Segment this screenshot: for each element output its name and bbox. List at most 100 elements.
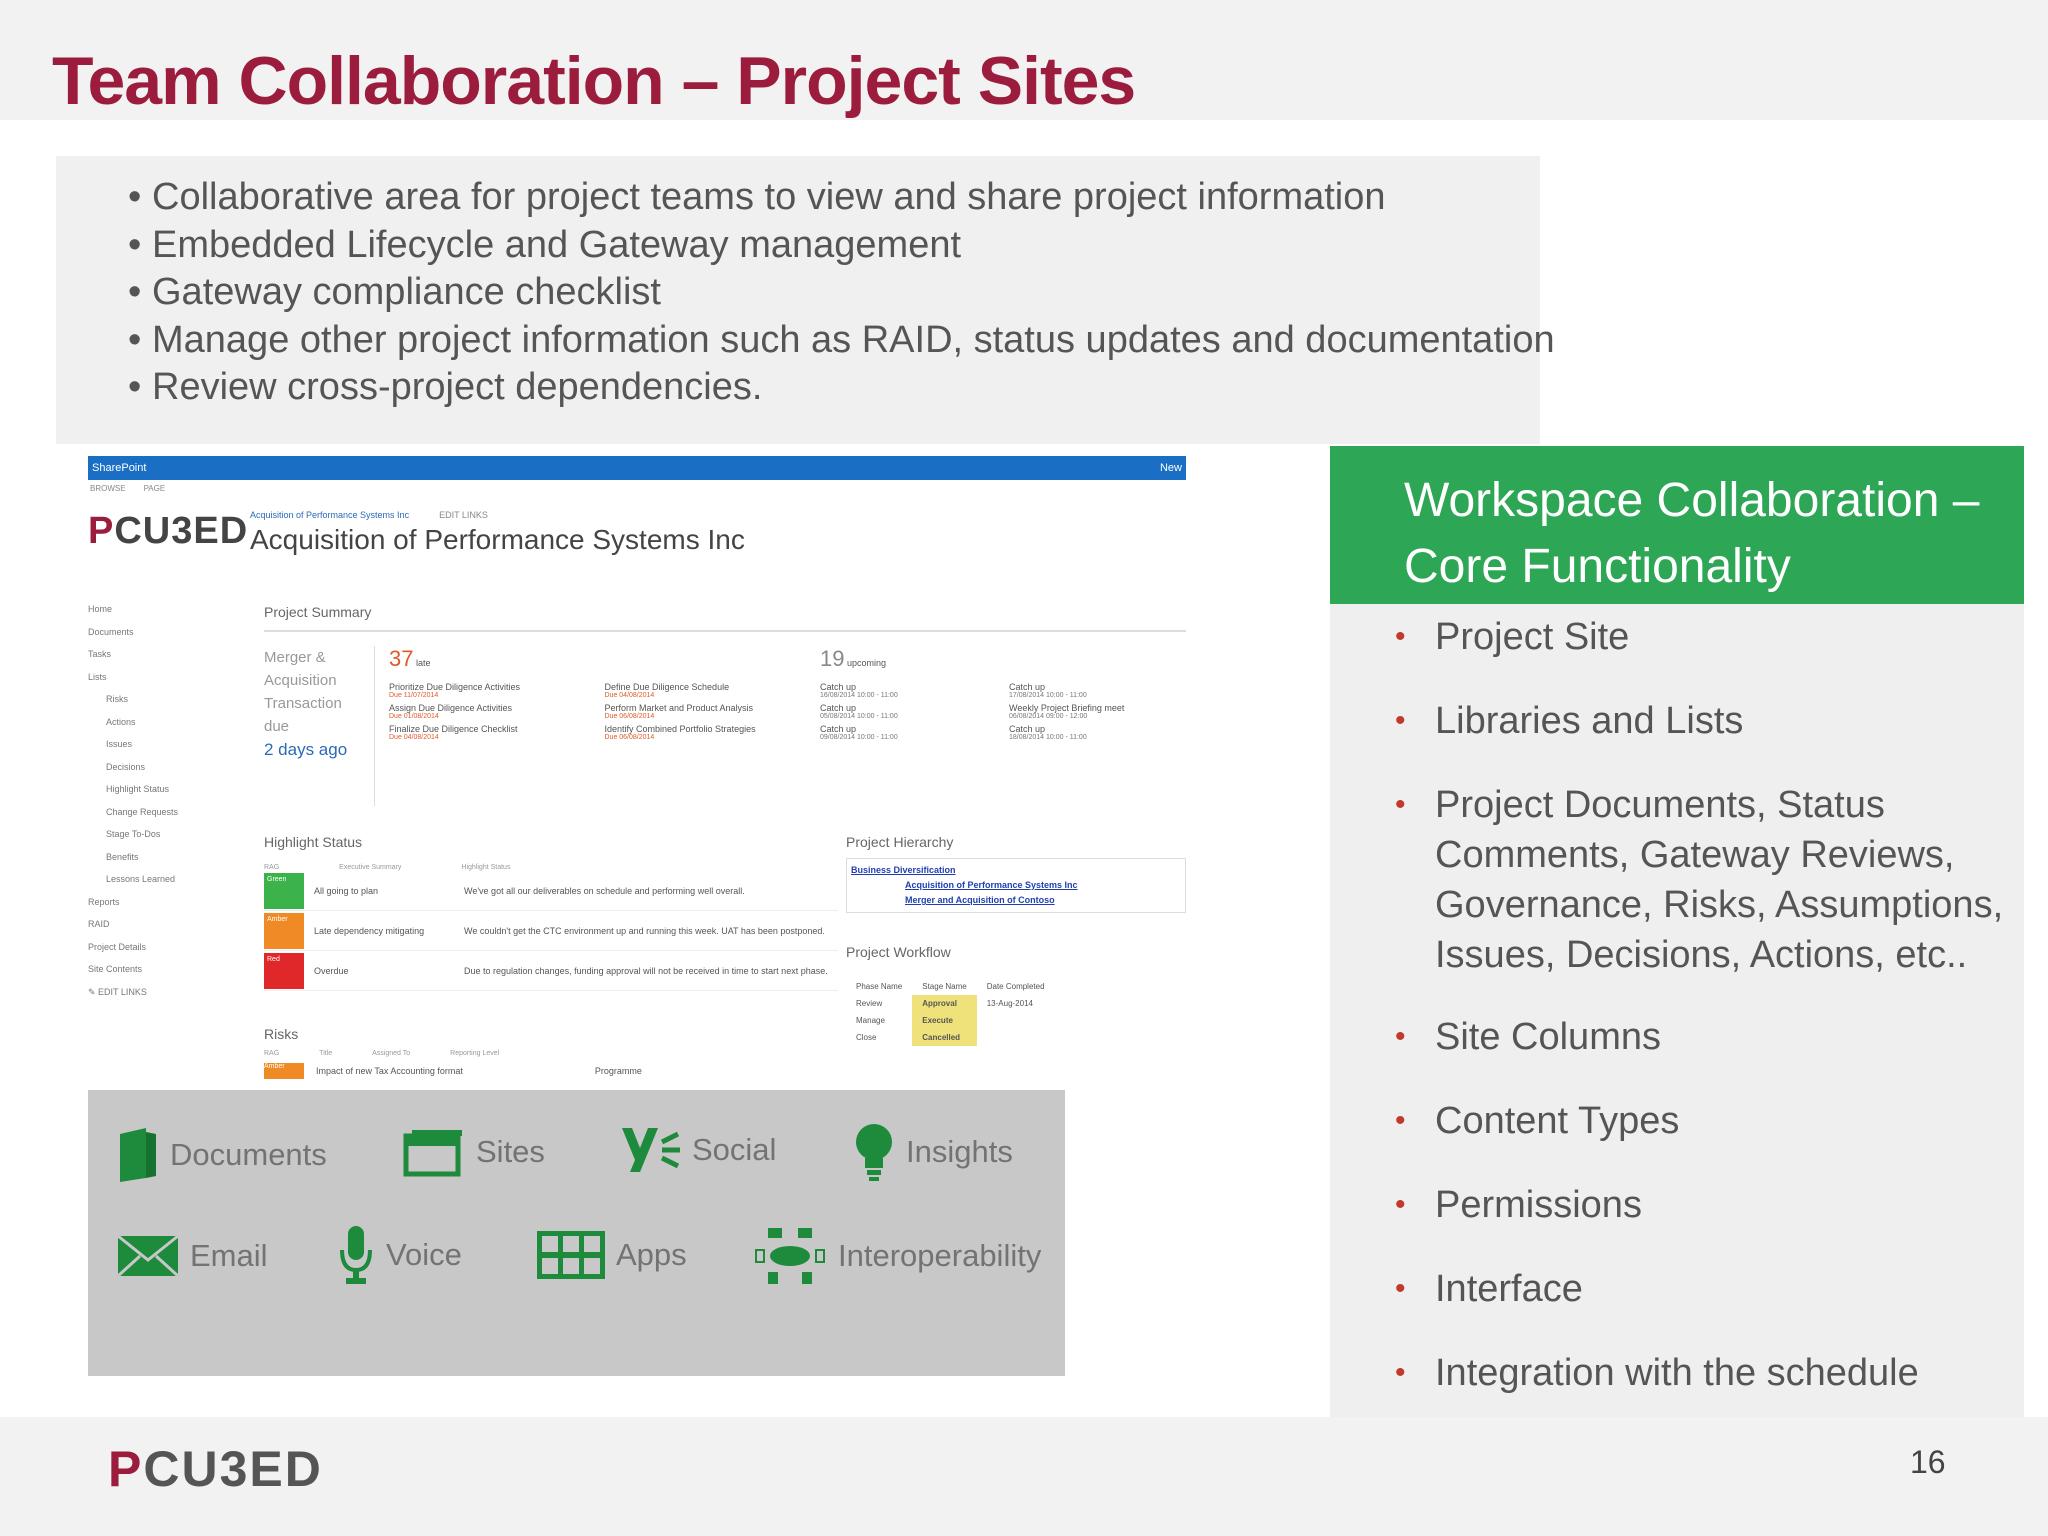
item-due: Due 06/08/2014 bbox=[604, 734, 655, 741]
service-apps[interactable]: Apps bbox=[536, 1230, 687, 1280]
sharepoint-brand: SharePoint bbox=[92, 462, 147, 474]
functionality-item: Integration with the schedule bbox=[1393, 1348, 2033, 1398]
stage-cell: Cancelled bbox=[912, 1029, 977, 1046]
quick-launch-item[interactable]: Decisions bbox=[88, 762, 238, 785]
phase-cell: Close bbox=[856, 1033, 877, 1042]
service-label: Apps bbox=[616, 1237, 687, 1272]
risk-level: Programme bbox=[594, 1066, 642, 1076]
service-social[interactable]: Social bbox=[618, 1120, 776, 1180]
item-name: Catch up bbox=[820, 682, 857, 692]
list-item[interactable]: Catch up 09/08/2014 10:00 - 11:00 bbox=[820, 724, 997, 741]
intro-bullet: Embedded Lifecycle and Gateway managemen… bbox=[76, 222, 1540, 270]
quick-launch-item[interactable]: Reports bbox=[88, 897, 238, 920]
list-item[interactable]: Catch up 16/08/2014 10:00 - 11:00 bbox=[820, 682, 997, 699]
column-header: Title bbox=[319, 1050, 333, 1057]
functionality-item: Project Documents, Status Comments, Gate… bbox=[1393, 780, 2033, 980]
table-row: Close Cancelled bbox=[846, 1029, 1055, 1046]
quick-launch-item[interactable]: Documents bbox=[88, 627, 238, 650]
list-item[interactable]: Catch up 05/08/2014 10:00 - 11:00 bbox=[820, 703, 997, 720]
table-row[interactable]: Red Overdue Due to regulation changes, fun… bbox=[264, 951, 838, 991]
item-name: Catch up bbox=[820, 724, 857, 734]
list-item[interactable]: Finalize Due Diligence Checklist Due 04/0… bbox=[389, 724, 593, 741]
breadcrumb-link[interactable]: Acquisition of Performance Systems Inc bbox=[250, 510, 409, 520]
item-due: Due 04/08/2014 bbox=[604, 692, 655, 699]
executive-summary: Late dependency mitigating bbox=[314, 925, 425, 936]
hierarchy-link[interactable]: Merger and Acquisition of Contoso bbox=[851, 893, 1181, 908]
site-header: PCU3ED Acquisition of Performance System… bbox=[88, 498, 1186, 568]
date-cell bbox=[977, 1029, 1055, 1046]
quick-launch-item[interactable]: Benefits bbox=[88, 852, 238, 875]
tab-browse[interactable]: BROWSE bbox=[90, 484, 126, 494]
item-name: Finalize Due Diligence Checklist bbox=[389, 724, 518, 734]
service-insights[interactable]: Insights bbox=[852, 1120, 1013, 1184]
service-interoperability[interactable]: Interoperability bbox=[754, 1224, 1041, 1288]
edit-links-button[interactable]: EDIT LINKS bbox=[439, 510, 488, 520]
date-cell: 13-Aug-2014 bbox=[986, 999, 1033, 1008]
quick-launch-item[interactable]: RAID bbox=[88, 919, 238, 942]
intro-bullet: Review cross-project dependencies. bbox=[76, 364, 1540, 412]
quick-launch-item[interactable]: Actions bbox=[88, 717, 238, 740]
rag-amber: Amber bbox=[264, 1063, 304, 1079]
quick-launch-item[interactable]: Project Details bbox=[88, 942, 238, 965]
risk-columns: RAG Title Assigned To Reporting Level bbox=[264, 1050, 838, 1057]
quick-launch-item[interactable]: Highlight Status bbox=[88, 784, 238, 807]
quick-launch-item[interactable]: Tasks bbox=[88, 649, 238, 672]
pcubed-logo: PCU3ED bbox=[88, 510, 249, 552]
quick-launch-item[interactable]: Issues bbox=[88, 739, 238, 762]
item-name: Identify Combined Portfolio Strategies bbox=[604, 724, 756, 734]
late-label: late bbox=[416, 658, 431, 668]
microphone-icon bbox=[340, 1226, 372, 1284]
service-email[interactable]: Email bbox=[116, 1232, 268, 1280]
milestone-text: due bbox=[264, 718, 290, 735]
item-name: Catch up bbox=[1009, 724, 1046, 734]
workflow-table: Phase Name Stage Name Date Completed Rev… bbox=[846, 978, 1055, 1046]
stage-cell: Execute bbox=[912, 1012, 977, 1029]
list-item[interactable]: Identify Combined Portfolio Strategies Du… bbox=[605, 724, 809, 741]
quick-launch-item[interactable]: Site Contents bbox=[88, 964, 238, 987]
milestone-text: Acquisition bbox=[264, 672, 337, 689]
quick-launch-item[interactable]: Change Requests bbox=[88, 807, 238, 830]
list-item[interactable]: Catch up 17/08/2014 10:00 - 11:00 bbox=[1009, 682, 1186, 699]
milestone-ago: 2 days ago bbox=[264, 740, 348, 759]
rag-indicator: Green bbox=[264, 872, 304, 909]
upcoming-event-list: Catch up 16/08/2014 10:00 - 11:00 Catch up… bbox=[820, 682, 1186, 741]
milestone-countdown: Merger & Acquisition Transaction due 2 d… bbox=[264, 646, 374, 806]
quick-launch-item[interactable]: ✎ EDIT LINKS bbox=[88, 987, 238, 1010]
list-item[interactable]: Prioritize Due Diligence Activities Due 1… bbox=[389, 682, 593, 699]
functionality-item: Project Site bbox=[1393, 612, 2033, 662]
quick-launch-item[interactable]: Home bbox=[88, 604, 238, 627]
service-sites[interactable]: Sites bbox=[402, 1126, 545, 1178]
new-button[interactable]: New bbox=[1160, 456, 1182, 480]
rag-indicator: Red bbox=[264, 952, 304, 989]
rag-indicator: Amber bbox=[264, 912, 304, 949]
intro-bullet: Collaborative area for project teams to … bbox=[76, 174, 1540, 222]
item-due: 17/08/2014 10:00 - 11:00 bbox=[1009, 692, 1087, 699]
item-due: 06/08/2014 09:00 - 12:00 bbox=[1009, 713, 1088, 720]
quick-launch-item[interactable]: Lessons Learned bbox=[88, 874, 238, 897]
table-row[interactable]: Amber Late dependency mitigating We couldn… bbox=[264, 911, 838, 951]
list-item[interactable]: Weekly Project Briefing meet 06/08/2014 0… bbox=[1009, 703, 1186, 720]
item-name: Weekly Project Briefing meet bbox=[1009, 703, 1125, 713]
phase-cell: Review bbox=[856, 999, 883, 1008]
table-row[interactable]: Amber Impact of new Tax Accounting forma… bbox=[264, 1063, 838, 1079]
quick-launch-item[interactable]: Risks bbox=[88, 694, 238, 717]
tab-page[interactable]: PAGE bbox=[144, 484, 166, 494]
column-header: Highlight Status bbox=[461, 864, 511, 871]
service-voice[interactable]: Voice bbox=[336, 1222, 462, 1288]
column-header: RAG bbox=[264, 864, 280, 871]
table-row[interactable]: Green All going to plan We've got all our … bbox=[264, 871, 838, 911]
functionality-item: Permissions bbox=[1393, 1180, 2033, 1230]
list-item[interactable]: Catch up 18/08/2014 10:00 - 11:00 bbox=[1009, 724, 1186, 741]
column-header: Stage Name bbox=[922, 982, 967, 991]
quick-launch-item[interactable]: Stage To-Dos bbox=[88, 829, 238, 852]
service-label: Documents bbox=[170, 1137, 327, 1172]
quick-launch-item[interactable]: Lists bbox=[88, 672, 238, 695]
item-name: Define Due Diligence Schedule bbox=[604, 682, 730, 692]
list-item[interactable]: Assign Due Diligence Activities Due 01/08… bbox=[389, 703, 593, 720]
hierarchy-link[interactable]: Acquisition of Performance Systems Inc bbox=[851, 878, 1181, 893]
list-item[interactable]: Perform Market and Product Analysis Due 0… bbox=[605, 703, 809, 720]
list-item[interactable]: Define Due Diligence Schedule Due 04/08/2… bbox=[605, 682, 809, 699]
service-documents[interactable]: Documents bbox=[116, 1126, 327, 1184]
hierarchy-link[interactable]: Business Diversification bbox=[851, 863, 1181, 878]
item-due: 05/08/2014 10:00 - 11:00 bbox=[820, 713, 898, 720]
